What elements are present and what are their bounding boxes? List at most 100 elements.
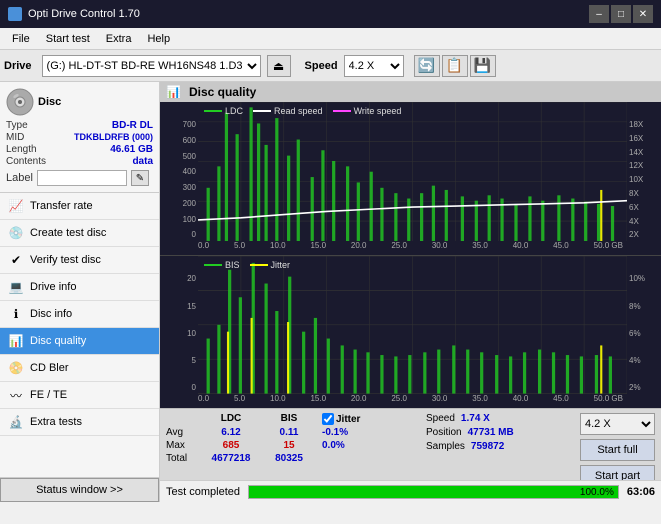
disc-length-value: 46.61 GB xyxy=(110,144,153,155)
top-y-500: 500 xyxy=(162,152,196,161)
top-y-left-axis: 700 600 500 400 300 200 100 0 xyxy=(160,102,198,241)
jitter-check-container: Jitter xyxy=(322,413,402,425)
top-y-400: 400 xyxy=(162,167,196,176)
maximize-button[interactable]: □ xyxy=(611,5,631,23)
nav-extra-tests[interactable]: 🔬 Extra tests xyxy=(0,409,159,436)
top-chart-area: LDC Read speed Write speed 700 600 500 xyxy=(160,102,661,255)
menu-file[interactable]: File xyxy=(4,31,38,47)
nav-transfer-rate[interactable]: 📈 Transfer rate xyxy=(0,193,159,220)
avg-label: Avg xyxy=(166,427,198,438)
speed-label: Speed xyxy=(305,60,338,72)
menu-start-test[interactable]: Start test xyxy=(38,31,98,47)
verify-test-icon: ✔ xyxy=(8,252,24,268)
drive-bar: Drive (G:) HL-DT-ST BD-RE WH16NS48 1.D3 … xyxy=(0,50,661,82)
disc-mid-label: MID xyxy=(6,132,24,143)
ldc-legend: LDC xyxy=(204,106,243,116)
nav-items: 📈 Transfer rate 💿 Create test disc ✔ Ver… xyxy=(0,193,159,436)
samples-row: Samples 759872 xyxy=(426,441,514,452)
sidebar: Disc Type BD-R DL MID TDKBLDRFB (000) Le… xyxy=(0,82,160,502)
nav-transfer-rate-label: Transfer rate xyxy=(30,200,93,212)
start-full-button[interactable]: Start full xyxy=(580,439,655,461)
disc-quality-icon: 📊 xyxy=(8,333,24,349)
top-yr-8x: 8X xyxy=(629,189,659,198)
top-yr-6x: 6X xyxy=(629,203,659,212)
speed-select[interactable]: 4.2 X xyxy=(344,55,404,77)
start-controls: 4.2 X Start full Start part xyxy=(580,413,655,487)
disc-info-icon: ℹ xyxy=(8,306,24,322)
create-test-icon: 💿 xyxy=(8,225,24,241)
nav-extra-tests-label: Extra tests xyxy=(30,416,82,428)
top-y-600: 600 xyxy=(162,136,196,145)
main-layout: Disc Type BD-R DL MID TDKBLDRFB (000) Le… xyxy=(0,82,661,502)
top-y-700: 700 xyxy=(162,120,196,129)
nav-create-test-disc[interactable]: 💿 Create test disc xyxy=(0,220,159,247)
ldc-total: 4677218 xyxy=(206,453,256,464)
bottom-chart-svg-container xyxy=(198,256,627,394)
bis-total: 80325 xyxy=(264,453,314,464)
drive-label: Drive xyxy=(4,60,32,72)
title-bar-left: Opti Drive Control 1.70 xyxy=(8,7,140,21)
minimize-button[interactable]: – xyxy=(589,5,609,23)
disc-mid-value: TDKBLDRFB (000) xyxy=(74,132,153,143)
jitter-avg: -0.1% xyxy=(322,427,402,438)
jitter-checkbox[interactable] xyxy=(322,413,334,425)
top-y-right-axis: 18X 16X 14X 12X 10X 8X 6X 4X 2X xyxy=(627,102,661,241)
menu-extra[interactable]: Extra xyxy=(98,31,140,47)
bottom-chart-body: 20 15 10 5 0 xyxy=(160,256,661,394)
top-chart-svg xyxy=(198,102,627,241)
disc-length-row: Length 46.61 GB xyxy=(6,144,153,155)
bottom-status-bar: Test completed 100.0% 63:06 xyxy=(160,480,661,502)
speed-stat-label: Speed xyxy=(426,413,455,424)
toolbar-copy-icon[interactable]: 📋 xyxy=(442,55,468,77)
extra-tests-icon: 🔬 xyxy=(8,414,24,430)
nav-drive-info[interactable]: 💻 Drive info xyxy=(0,274,159,301)
nav-verify-test-label: Verify test disc xyxy=(30,254,101,266)
disc-panel-title: Disc xyxy=(38,96,61,108)
bis-col-header: BIS xyxy=(264,413,314,425)
jitter-legend-label: Jitter xyxy=(271,260,291,270)
status-bar: Status window >> xyxy=(0,477,159,502)
disc-type-label: Type xyxy=(6,120,28,131)
elapsed-time: 63:06 xyxy=(627,486,655,498)
disc-mid-row: MID TDKBLDRFB (000) xyxy=(6,132,153,143)
nav-cd-bler-label: CD Bler xyxy=(30,362,69,374)
stats-area: LDC BIS Jitter Avg 6.12 0.11 -0.1% Max 6… xyxy=(160,408,661,480)
label-edit-button[interactable]: ✎ xyxy=(131,170,149,186)
toolbar-refresh-icon[interactable]: 🔄 xyxy=(414,55,440,77)
toolbar-save-icon[interactable]: 💾 xyxy=(470,55,496,77)
nav-cd-bler[interactable]: 📀 CD Bler xyxy=(0,355,159,382)
nav-verify-test-disc[interactable]: ✔ Verify test disc xyxy=(0,247,159,274)
top-yr-18x: 18X xyxy=(629,120,659,129)
disc-label-input[interactable] xyxy=(37,170,127,186)
top-yr-12x: 12X xyxy=(629,161,659,170)
title-bar: Opti Drive Control 1.70 – □ ✕ xyxy=(0,0,661,28)
nav-disc-info[interactable]: ℹ Disc info xyxy=(0,301,159,328)
ldc-avg: 6.12 xyxy=(206,427,256,438)
jitter-legend-line xyxy=(250,264,268,266)
close-button[interactable]: ✕ xyxy=(633,5,653,23)
top-yr-4x: 4X xyxy=(629,217,659,226)
nav-disc-quality[interactable]: 📊 Disc quality xyxy=(0,328,159,355)
menu-help[interactable]: Help xyxy=(139,31,178,47)
progress-percent: 100.0% xyxy=(580,486,614,500)
total-row: Total 4677218 80325 xyxy=(166,453,402,464)
top-chart-svg-container xyxy=(198,102,627,241)
top-y-0: 0 xyxy=(162,230,196,239)
speed-dropdown[interactable]: 4.2 X xyxy=(580,413,655,435)
cd-bler-icon: 📀 xyxy=(8,360,24,376)
disc-type-value: BD-R DL xyxy=(112,120,153,131)
bottom-chart-legend: BIS Jitter xyxy=(204,260,290,270)
drive-select[interactable]: (G:) HL-DT-ST BD-RE WH16NS48 1.D3 xyxy=(42,55,261,77)
top-chart-legend: LDC Read speed Write speed xyxy=(204,106,401,116)
ldc-col-header: LDC xyxy=(206,413,256,425)
title-bar-controls: – □ ✕ xyxy=(589,5,653,23)
bottom-y-right: 10% 8% 6% 4% 2% xyxy=(627,256,661,394)
disc-type-row: Type BD-R DL xyxy=(6,120,153,131)
stats-header-row: LDC BIS Jitter xyxy=(166,413,402,425)
fe-te-icon: 〰 xyxy=(8,387,24,403)
bis-legend-line xyxy=(204,264,222,266)
max-row: Max 685 15 0.0% xyxy=(166,440,402,451)
drive-eject-icon[interactable]: ⏏ xyxy=(267,55,291,77)
nav-fe-te[interactable]: 〰 FE / TE xyxy=(0,382,159,409)
status-window-button[interactable]: Status window >> xyxy=(0,478,159,502)
